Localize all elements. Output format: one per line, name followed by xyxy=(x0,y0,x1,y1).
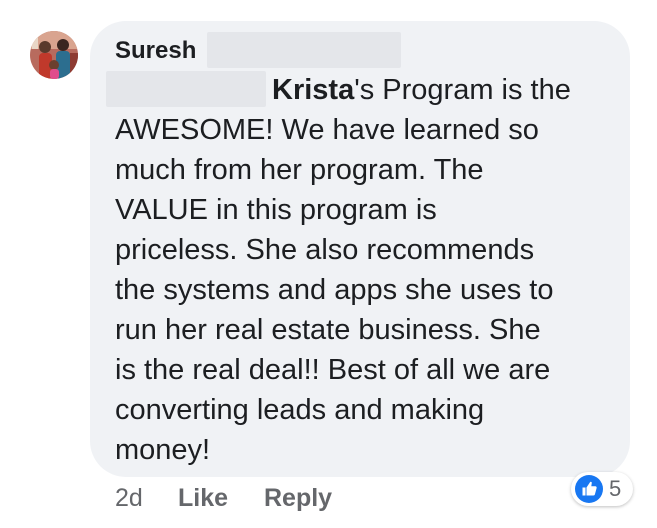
comment-line: the systems and apps she uses to xyxy=(115,274,554,306)
comment-line-1: Krista's Program is the xyxy=(115,70,625,110)
avatar[interactable] xyxy=(30,31,78,79)
thumbs-up-icon xyxy=(575,475,603,503)
mention-link[interactable]: Krista xyxy=(272,74,354,106)
redacted-name-block xyxy=(207,32,401,68)
comment-line: priceless. She also recommends xyxy=(115,234,535,266)
comment-line-text: 's Program is the xyxy=(354,74,571,106)
comment-line: run her real estate business. She xyxy=(115,314,541,346)
comment-line: converting leads and making xyxy=(115,394,485,426)
comment-line: much from her program. The xyxy=(115,154,484,186)
avatar-photo xyxy=(30,31,78,79)
comment-line: AWESOME! We have learned so xyxy=(115,114,539,146)
like-button[interactable]: Like xyxy=(178,482,228,514)
comment-author[interactable]: Suresh xyxy=(115,36,196,66)
comment-line: money! xyxy=(115,434,211,466)
comment-text: Krista's Program is the AWESOME! We have… xyxy=(115,70,625,470)
reaction-count: 5 xyxy=(609,476,622,501)
comment-line: is the real deal!! Best of all we are xyxy=(115,354,551,386)
reactions-summary[interactable]: 5 xyxy=(571,472,633,506)
reply-button[interactable]: Reply xyxy=(264,482,332,514)
timestamp-link[interactable]: 2d xyxy=(115,482,143,514)
comment-line: VALUE in this program is xyxy=(115,194,437,226)
